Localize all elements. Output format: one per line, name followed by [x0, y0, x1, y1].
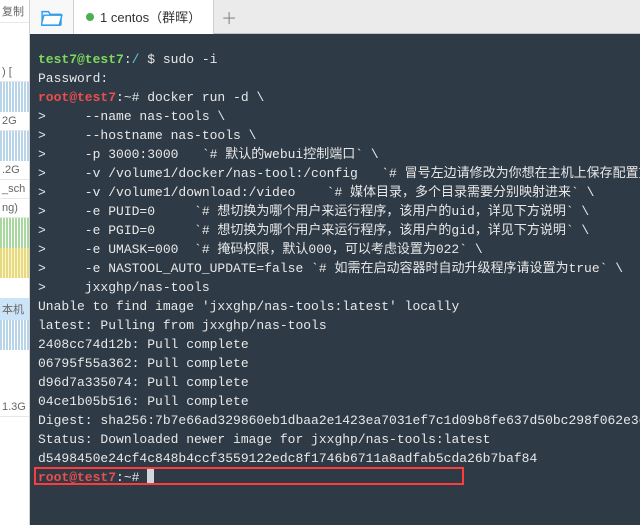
terminal-text: > -e PUID=0 `# 想切换为哪个用户来运行程序，该用户的uid，详见下… — [38, 204, 589, 219]
terminal-line: Unable to find image 'jxxghp/nas-tools:l… — [38, 297, 632, 316]
terminal-text: > -v /volume1/docker/nas-tool:/config `#… — [38, 166, 640, 181]
terminal-line: root@test7:~# docker run -d \ — [38, 88, 632, 107]
band-2g-b: .2G — [0, 161, 29, 180]
terminal-line: > -p 3000:3000 `# 默认的webui控制端口` \ — [38, 145, 632, 164]
tab-bar: 1 centos（群晖） ＋ — [30, 0, 640, 34]
terminal-line: > -v /volume1/download:/video `# 媒体目录，多个… — [38, 183, 632, 202]
terminal-text: test7@test7 — [38, 52, 124, 67]
copy-label: 复制 — [0, 0, 29, 23]
status-dot-icon — [86, 13, 94, 21]
mini-graph — [0, 248, 29, 278]
mini-graph — [0, 320, 29, 350]
terminal-text: Status: Downloaded newer image for jxxgh… — [38, 432, 490, 447]
sidebar-frag: ) [ — [0, 63, 29, 82]
terminal-text: > -e PGID=0 `# 想切换为哪个用户来运行程序，该用户的gid，详见下… — [38, 223, 589, 238]
mini-graph — [0, 82, 29, 112]
terminal-line: Status: Downloaded newer image for jxxgh… — [38, 430, 632, 449]
terminal-text: d96d7a335074: Pull complete — [38, 375, 249, 390]
terminal-text: :~# docker run -d \ — [116, 90, 264, 105]
terminal-line: Digest: sha256:7b7e66ad329860eb1dbaa2e14… — [38, 411, 632, 430]
terminal-text: root@test7 — [38, 470, 116, 485]
terminal-line: 04ce1b05b516: Pull complete — [38, 392, 632, 411]
terminal-text: Password: — [38, 71, 108, 86]
terminal-text: : — [124, 52, 132, 67]
terminal-line: > -e UMASK=000 `# 掩码权限，默认000，可以考虑设置为022`… — [38, 240, 632, 259]
add-tab-button[interactable]: ＋ — [214, 0, 244, 34]
terminal-text: 2408cc74d12b: Pull complete — [38, 337, 249, 352]
mini-graph — [0, 131, 29, 161]
terminal-text: > -e NASTOOL_AUTO_UPDATE=false `# 如需在启动容… — [38, 261, 623, 276]
mini-graph — [0, 218, 29, 248]
sidebar-item-ng[interactable]: ng) — [0, 199, 29, 218]
terminal-output[interactable]: test7@test7:/ $ sudo -i Password: root@tes… — [30, 34, 640, 525]
terminal-text: > jxxghp/nas-tools — [38, 280, 210, 295]
folder-open-icon — [41, 8, 63, 26]
terminal-text: > -v /volume1/download:/video `# 媒体目录，多个… — [38, 185, 594, 200]
terminal-line: > -e NASTOOL_AUTO_UPDATE=false `# 如需在启动容… — [38, 259, 632, 278]
terminal-line: 2408cc74d12b: Pull complete — [38, 335, 632, 354]
folder-button[interactable] — [30, 0, 74, 34]
terminal-line: 06795f55a362: Pull complete — [38, 354, 632, 373]
terminal-line: d96d7a335074: Pull complete — [38, 373, 632, 392]
terminal-text: > -p 3000:3000 `# 默认的webui控制端口` \ — [38, 147, 379, 162]
terminal-text: root@test7 — [38, 90, 116, 105]
terminal-text: 04ce1b05b516: Pull complete — [38, 394, 249, 409]
terminal-line: > jxxghp/nas-tools — [38, 278, 632, 297]
terminal-line: latest: Pulling from jxxghp/nas-tools — [38, 316, 632, 335]
terminal-text: Digest: sha256:7b7e66ad329860eb1dbaa2e14… — [38, 413, 640, 428]
terminal-line: test7@test7:/ $ sudo -i — [38, 50, 632, 69]
terminal-line: Password: — [38, 69, 632, 88]
terminal-line: > -e PUID=0 `# 想切换为哪个用户来运行程序，该用户的uid，详见下… — [38, 202, 632, 221]
terminal-line: > --name nas-tools \ — [38, 107, 632, 126]
terminal-text: > --name nas-tools \ — [38, 109, 225, 124]
terminal-text: > --hostname nas-tools \ — [38, 128, 256, 143]
band-bottom: 1.3G — [0, 398, 29, 417]
sidebar-item-sch[interactable]: _sch — [0, 180, 29, 199]
plus-icon: ＋ — [221, 5, 237, 29]
terminal-text: $ sudo -i — [139, 52, 217, 67]
cursor — [147, 469, 154, 483]
terminal-line: > -v /volume1/docker/nas-tool:/config `#… — [38, 164, 632, 183]
terminal-text: :~# — [116, 470, 147, 485]
tab-session-1[interactable]: 1 centos（群晖） — [74, 0, 214, 34]
band-2g: 2G — [0, 112, 29, 131]
terminal-line: d5498450e24cf4c848b4ccf3559122edc8f1746b… — [38, 449, 632, 468]
terminal-text: latest: Pulling from jxxghp/nas-tools — [38, 318, 327, 333]
terminal-line: root@test7:~# — [38, 468, 632, 487]
terminal-text: > -e UMASK=000 `# 掩码权限，默认000，可以考虑设置为022`… — [38, 242, 483, 257]
terminal-line: > --hostname nas-tools \ — [38, 126, 632, 145]
terminal-text: d5498450e24cf4c848b4ccf3559122edc8f1746b… — [38, 451, 537, 466]
sidebar-item-local[interactable]: 本机 — [0, 298, 29, 320]
left-sidebar: 复制 ) [ 2G .2G _sch ng) 本机 1.3G — [0, 0, 30, 525]
terminal-line: > -e PGID=0 `# 想切换为哪个用户来运行程序，该用户的gid，详见下… — [38, 221, 632, 240]
terminal-text: 06795f55a362: Pull complete — [38, 356, 249, 371]
terminal-text: Unable to find image 'jxxghp/nas-tools:l… — [38, 299, 459, 314]
tab-label: 1 centos（群晖） — [100, 7, 201, 26]
